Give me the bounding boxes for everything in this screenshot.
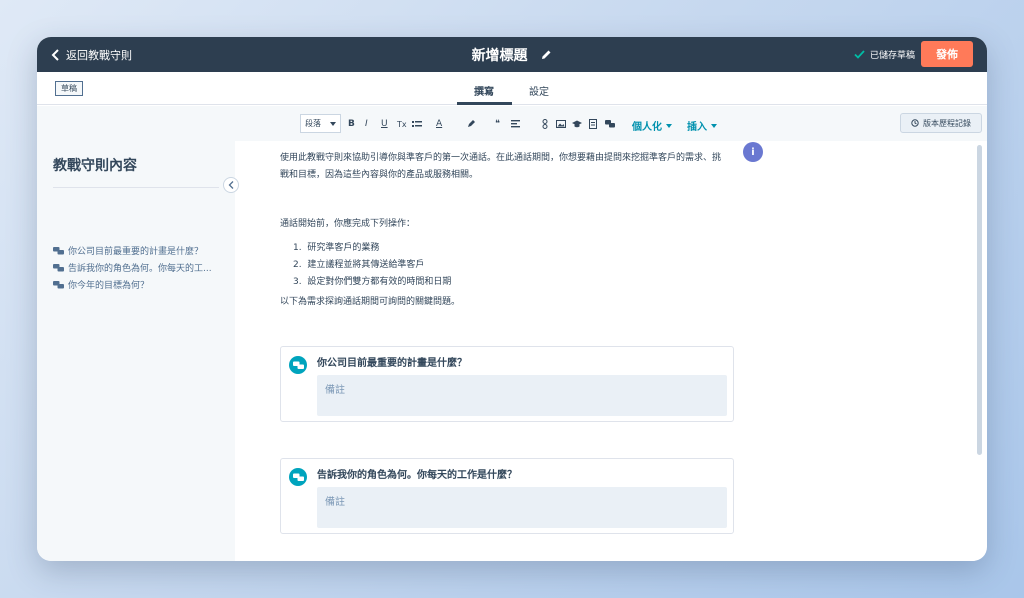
question-card-1[interactable]: 你公司目前最重要的計畫是什麼？ 備註 [280, 346, 734, 422]
page-title: 新增標題 [471, 48, 528, 64]
text-style-button[interactable] [412, 118, 422, 130]
align-left-icon [511, 120, 520, 128]
page-title-wrap[interactable]: 新增標題 [37, 45, 987, 65]
history-icon [911, 119, 919, 127]
key-questions-text[interactable]: 以下為需求探詢通話期間可詢問的關鍵問題。 [280, 294, 460, 311]
tab-compose[interactable]: 撰寫 [474, 83, 494, 98]
paragraph-style-select[interactable]: 段落 [300, 114, 341, 133]
app-window: 返回教戰守則 新增標題 已儲存草稿 發佈 草稿 撰寫 設定 段落 B I U T… [37, 37, 987, 561]
chevron-down-icon [330, 122, 336, 126]
editor-scrollbar[interactable] [977, 145, 982, 455]
playbook-outline-sidebar: 教戰守則內容 你公司目前最重要的計畫是什麼？ 告訴我你的角色為何。你每天的工..… [37, 141, 239, 561]
publish-button[interactable]: 發佈 [921, 41, 973, 67]
saved-status: 已儲存草稿 [854, 48, 915, 61]
text-color-button[interactable]: A [436, 118, 442, 130]
question-title: 告訴我你的角色為何。你每天的工作是什麼？ [317, 470, 517, 481]
clear-format-button[interactable]: Tx [397, 118, 407, 130]
info-badge[interactable]: i [743, 142, 763, 162]
sidebar-item-question-3[interactable]: 你今年的目標為何？ [53, 278, 223, 291]
question-title: 你公司目前最重要的計畫是什麼？ [317, 358, 467, 369]
collapse-sidebar-button[interactable] [223, 177, 239, 193]
sidebar-item-label: 告訴我你的角色為何。你每天的工... [68, 264, 212, 274]
sidebar-item-question-1[interactable]: 你公司目前最重要的計畫是什麼？ [53, 244, 223, 257]
chat-bubbles-icon [292, 473, 304, 481]
chat-bubbles-icon [53, 246, 64, 254]
pencil-icon[interactable] [540, 49, 552, 61]
chat-bubbles-icon [292, 361, 304, 369]
question-card-2[interactable]: 告訴我你的角色為何。你每天的工作是什麼？ 備註 [280, 458, 734, 534]
sidebar-item-label: 你今年的目標為何？ [68, 281, 150, 291]
sidebar-divider [53, 187, 219, 188]
personalize-label: 個人化 [632, 122, 662, 133]
list-item: 2. 建立議程並將其傳送給準客戶 [293, 260, 425, 270]
checkmark-icon [854, 50, 865, 59]
tab-bar: 草稿 撰寫 設定 [37, 72, 987, 105]
link-button[interactable] [540, 118, 550, 130]
quote-button[interactable]: ❝ [495, 118, 500, 130]
sidebar-item-question-2[interactable]: 告訴我你的角色為何。你每天的工... [53, 261, 223, 274]
active-tab-indicator [457, 102, 512, 105]
personalize-menu[interactable]: 個人化 [632, 118, 672, 133]
underline-button[interactable]: U [381, 118, 388, 130]
draft-badge: 草稿 [55, 81, 83, 96]
prep-list[interactable]: 1. 研究準客戶的業務 2. 建立議程並將其傳送給準客戶 3. 設定對你們雙方都… [293, 240, 451, 291]
question-note-input[interactable]: 備註 [317, 487, 727, 528]
insert-menu[interactable]: 插入 [687, 118, 717, 133]
document-button[interactable] [588, 118, 598, 130]
intro-line-1: 使用此教戰守則來協助引導你與準客戶的第一次通話。在此通話期間，你想要藉由提問來挖… [280, 153, 722, 163]
text-style-icon [412, 121, 422, 127]
document-icon [589, 119, 597, 129]
image-button[interactable] [556, 118, 566, 130]
chevron-left-icon [228, 181, 234, 189]
saved-label: 已儲存草稿 [869, 51, 915, 61]
chat-bubbles-icon [53, 280, 64, 288]
question-icon [289, 356, 307, 374]
link-icon [542, 119, 548, 129]
highlight-button[interactable] [466, 118, 476, 130]
version-history-button[interactable]: 版本歷程記錄 [900, 113, 982, 133]
intro-line-2: 戰和目標，因為這些內容與你的產品或服務相關。 [280, 170, 479, 180]
paragraph-select-label: 段落 [305, 119, 321, 128]
chat-bubbles-icon [605, 120, 615, 128]
insert-label: 插入 [687, 122, 707, 133]
sidebar-title: 教戰守則內容 [53, 158, 137, 174]
chat-bubbles-icon [53, 263, 64, 271]
tab-settings[interactable]: 設定 [529, 83, 549, 98]
question-block-button[interactable] [605, 118, 615, 130]
list-item: 3. 設定對你們雙方都有效的時間和日期 [293, 277, 452, 287]
sidebar-item-label: 你公司目前最重要的計畫是什麼？ [68, 247, 204, 257]
bold-button[interactable]: B [348, 118, 355, 130]
intro-paragraph[interactable]: 使用此教戰守則來協助引導你與準客戶的第一次通話。在此通話期間，你想要藉由提問來挖… [280, 150, 721, 184]
graduation-cap-icon [572, 120, 582, 128]
question-note-input[interactable]: 備註 [317, 375, 727, 416]
chevron-down-icon [666, 124, 672, 128]
top-bar: 返回教戰守則 新增標題 已儲存草稿 發佈 [37, 37, 987, 72]
list-item: 1. 研究準客戶的業務 [293, 243, 380, 253]
italic-button[interactable]: I [365, 118, 368, 130]
image-icon [556, 120, 566, 128]
version-history-label: 版本歷程記錄 [923, 118, 971, 128]
editor-toolbar: 段落 B I U Tx A ❝ 個人化 插入 版本歷程記錄 [37, 106, 987, 141]
chevron-down-icon [711, 124, 717, 128]
question-icon [289, 468, 307, 486]
align-button[interactable] [511, 118, 521, 130]
graduation-cap-button[interactable] [572, 118, 582, 130]
highlighter-icon [468, 120, 475, 127]
before-call-text[interactable]: 通話開始前，你應完成下列操作： [280, 216, 415, 233]
